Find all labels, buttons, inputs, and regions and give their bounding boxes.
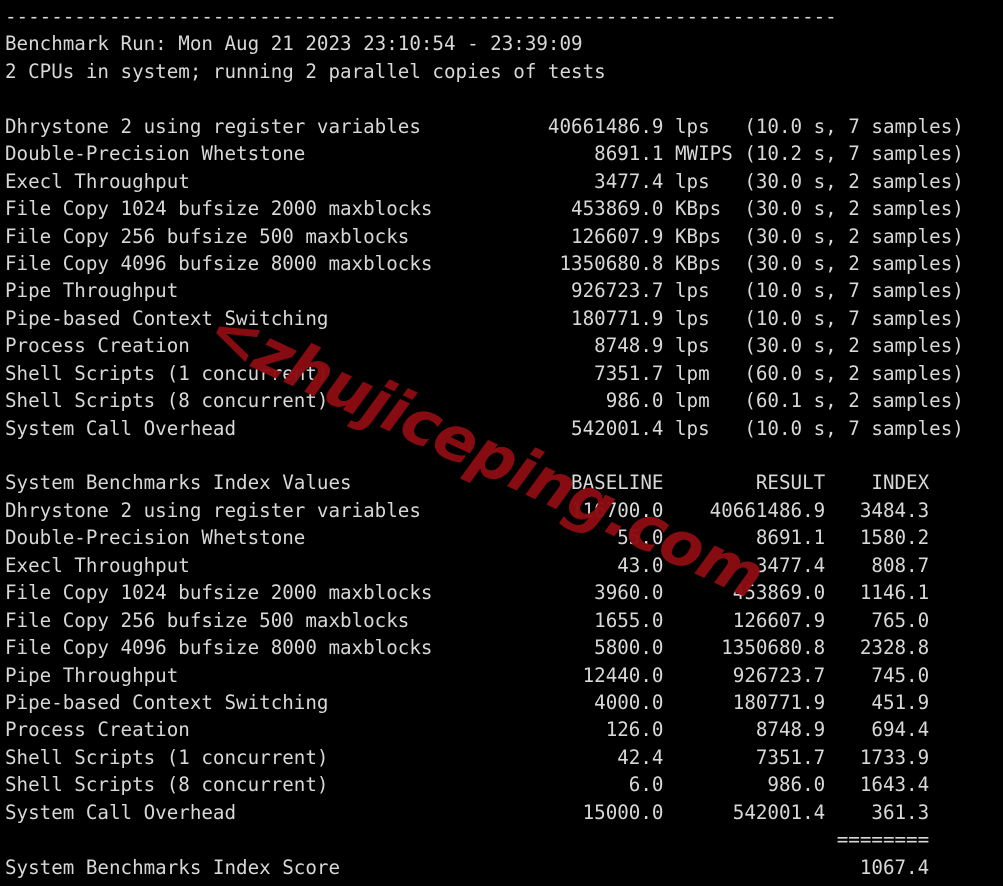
index-row: System Call Overhead 15000.0 542001.4 36… [5,800,930,824]
result-row: Shell Scripts (1 concurrent) 7351.7 lpm … [5,361,964,385]
index-row: Shell Scripts (8 concurrent) 6.0 986.0 1… [5,773,930,797]
result-row: System Call Overhead 542001.4 lps (10.0 … [5,416,964,440]
result-row: Double-Precision Whetstone 8691.1 MWIPS … [5,142,964,166]
index-row: File Copy 256 bufsize 500 maxblocks 1655… [5,608,930,632]
index-row: Double-Precision Whetstone 55.0 8691.1 1… [5,526,930,550]
cpu-info-line: 2 CPUs in system; running 2 parallel cop… [5,59,606,83]
benchmark-run-line: Benchmark Run: Mon Aug 21 2023 23:10:54 … [5,32,583,56]
terminal-output: ----------------------------------------… [0,0,1003,886]
index-row: File Copy 4096 bufsize 8000 maxblocks 58… [5,636,930,660]
index-row: File Copy 1024 bufsize 2000 maxblocks 39… [5,581,930,605]
result-row: File Copy 1024 bufsize 2000 maxblocks 45… [5,197,964,221]
index-row: Pipe Throughput 12440.0 926723.7 745.0 [5,663,930,687]
result-row: Shell Scripts (8 concurrent) 986.0 lpm (… [5,389,964,413]
score-separator: ======== [5,828,930,852]
result-row: Dhrystone 2 using register variables 406… [5,114,964,138]
index-score-row: System Benchmarks Index Score 1067.4 [5,855,930,879]
index-row: Process Creation 126.0 8748.9 694.4 [5,718,930,742]
index-table-header: System Benchmarks Index Values BASELINE … [5,471,930,495]
index-row: Shell Scripts (1 concurrent) 42.4 7351.7… [5,745,930,769]
index-row: Dhrystone 2 using register variables 116… [5,498,930,522]
index-row: Execl Throughput 43.0 3477.4 808.7 [5,553,930,577]
separator-rule: ----------------------------------------… [5,5,837,28]
index-row: Pipe-based Context Switching 4000.0 1807… [5,690,930,714]
result-row: Process Creation 8748.9 lps (30.0 s, 2 s… [5,334,964,358]
result-row: Pipe Throughput 926723.7 lps (10.0 s, 7 … [5,279,964,303]
result-row: Pipe-based Context Switching 180771.9 lp… [5,306,964,330]
result-row: Execl Throughput 3477.4 lps (30.0 s, 2 s… [5,169,964,193]
result-row: File Copy 4096 bufsize 8000 maxblocks 13… [5,251,964,275]
result-row: File Copy 256 bufsize 500 maxblocks 1266… [5,224,964,248]
